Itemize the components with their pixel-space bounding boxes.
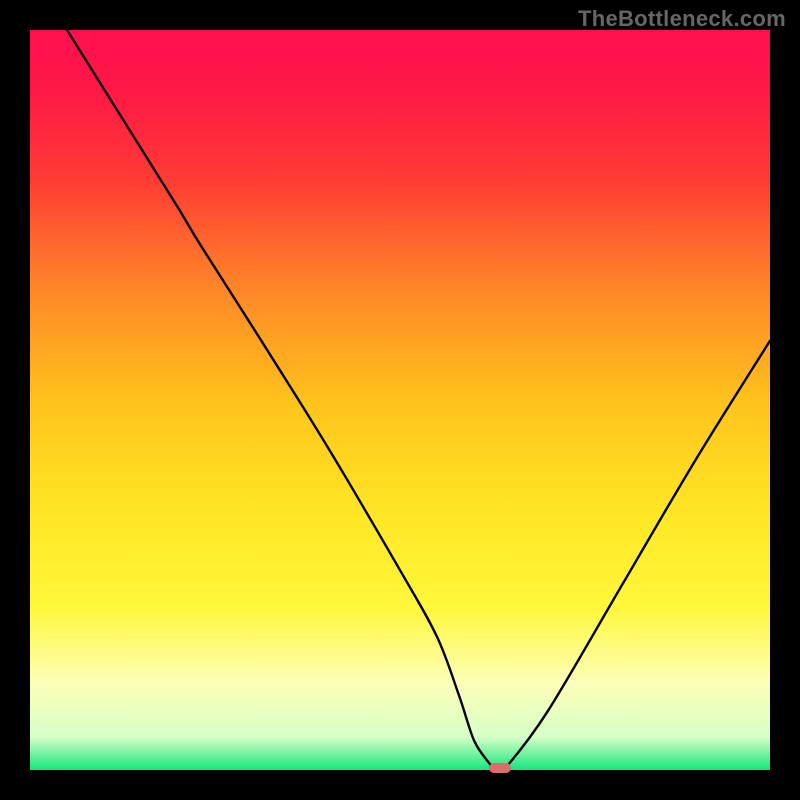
optimal-point-marker: [489, 763, 511, 773]
plot-svg: [30, 30, 770, 770]
gradient-background: [30, 30, 770, 770]
watermark-text: TheBottleneck.com: [578, 6, 786, 32]
plot-area: [30, 30, 770, 770]
chart-frame: TheBottleneck.com: [0, 0, 800, 800]
